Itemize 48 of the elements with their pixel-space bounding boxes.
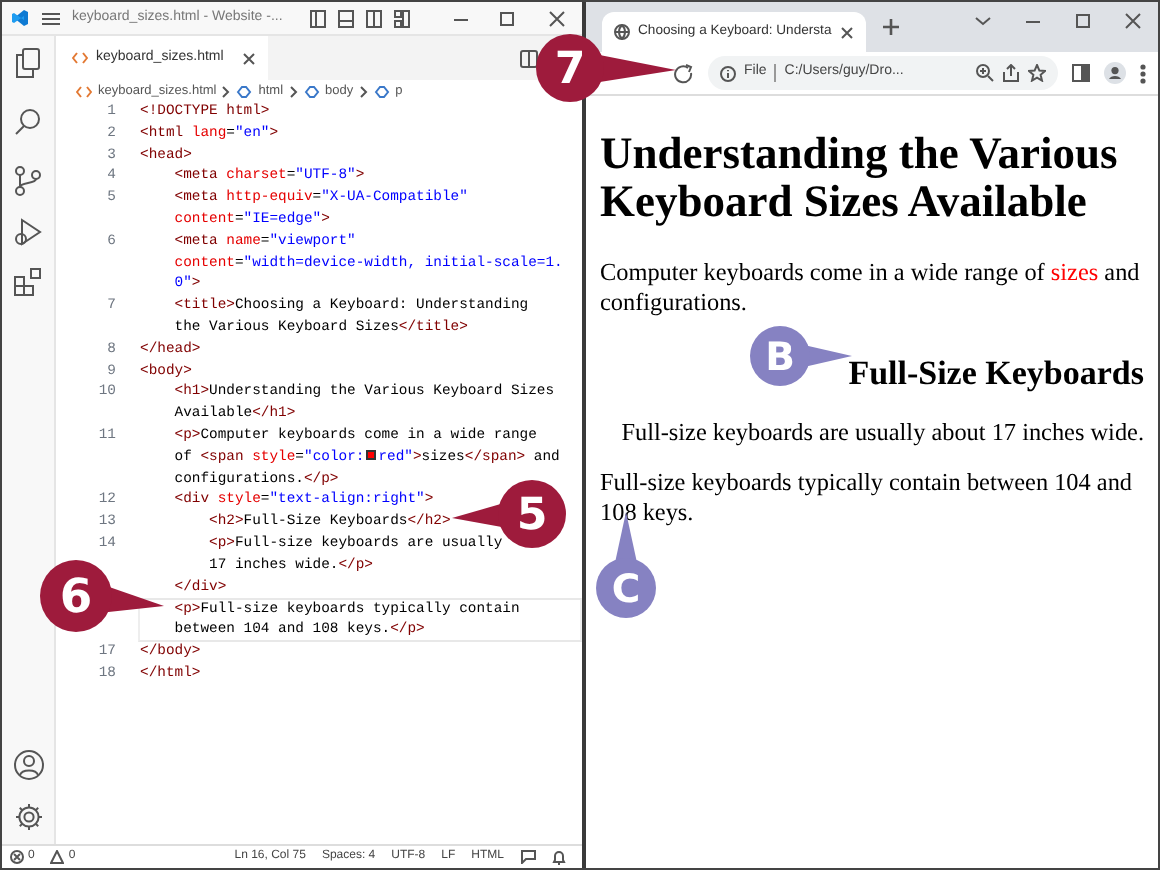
run-debug-icon[interactable] <box>14 218 42 246</box>
maximize-icon[interactable] <box>498 9 516 27</box>
new-tab-icon[interactable] <box>881 18 900 36</box>
element-icon <box>236 85 253 97</box>
section-heading: Full-Size Keyboards <box>848 354 1144 395</box>
panel-layout-icon[interactable] <box>338 9 355 27</box>
notifications-icon[interactable] <box>552 849 566 865</box>
profile-icon[interactable] <box>1104 62 1126 84</box>
close-icon[interactable] <box>839 25 854 39</box>
error-icon[interactable] <box>10 850 24 864</box>
close-icon[interactable] <box>1124 12 1142 30</box>
share-icon[interactable] <box>1002 64 1020 82</box>
globe-icon <box>614 24 630 40</box>
element-icon <box>303 85 320 97</box>
files-icon[interactable] <box>14 48 42 78</box>
code-file-icon <box>76 85 92 97</box>
vscode-logo-icon <box>10 8 30 28</box>
chevron-right-icon <box>289 85 298 97</box>
chevron-right-icon <box>222 85 231 97</box>
intro-paragraph: Computer keyboards come in a wide range of sizes and configurations. <box>600 258 1142 318</box>
side-panel-icon[interactable] <box>1072 64 1090 82</box>
page-heading: Understanding the Various Keyboard Sizes Available <box>600 130 1120 226</box>
element-icon <box>373 85 390 97</box>
split-layout-icon[interactable] <box>366 9 383 27</box>
extensions-icon[interactable] <box>14 268 42 296</box>
zoom-icon[interactable] <box>976 64 994 82</box>
tab-search-icon[interactable] <box>974 12 992 30</box>
warning-icon[interactable] <box>50 850 65 864</box>
reload-icon[interactable] <box>674 63 694 83</box>
settings-icon[interactable] <box>13 802 43 832</box>
customize-layout-icon[interactable] <box>394 9 411 27</box>
split-editor-icon[interactable] <box>520 49 538 67</box>
search-icon[interactable] <box>14 108 42 136</box>
close-icon[interactable] <box>548 9 566 27</box>
code-file-icon <box>72 52 88 64</box>
page-paragraph: Full-size keyboards typically contain between 104 and 108 keys. <box>600 468 1135 529</box>
source-control-icon[interactable] <box>14 166 42 196</box>
chevron-right-icon <box>359 85 368 97</box>
more-menu-icon[interactable] <box>1140 63 1146 83</box>
sidebar-layout-icon[interactable] <box>310 9 327 27</box>
close-icon[interactable] <box>241 51 256 65</box>
feedback-icon[interactable] <box>520 850 536 864</box>
maximize-icon[interactable] <box>1074 12 1092 30</box>
bookmark-star-icon[interactable] <box>1028 64 1046 82</box>
right-aligned-paragraph: Full-size keyboards are usually about 17 inches wide. <box>619 418 1144 449</box>
menu-icon[interactable] <box>42 11 60 25</box>
info-icon[interactable] <box>720 65 736 81</box>
account-icon[interactable] <box>13 750 43 780</box>
